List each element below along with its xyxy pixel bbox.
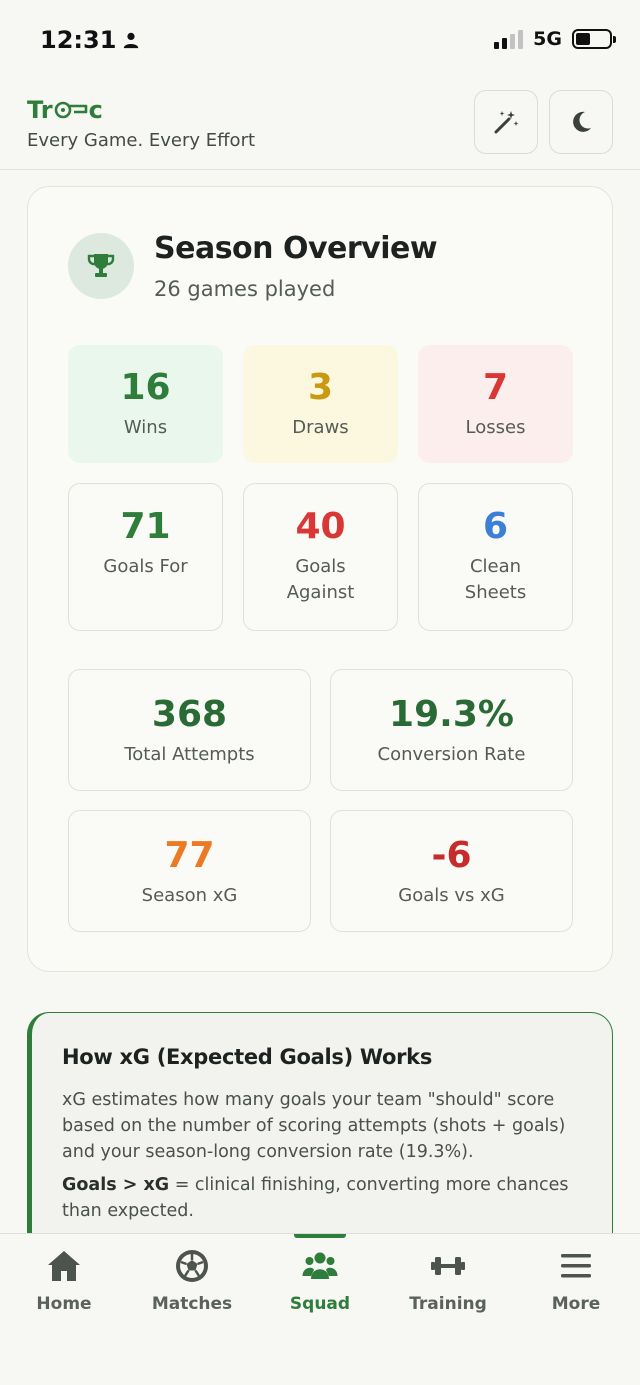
nav-squad-label: Squad	[289, 1294, 351, 1314]
xg-info-emphasis: Goals > xG	[62, 1175, 170, 1195]
tagline: Every Game. Every Effort	[27, 130, 256, 151]
goals-for-label: Goals For	[103, 556, 188, 577]
season-xg-value: 77	[164, 835, 215, 876]
trophy-icon	[87, 254, 115, 277]
trophy-badge	[68, 233, 134, 299]
card-title: Season Overview	[154, 231, 438, 266]
draws-tile: 3 Draws	[243, 345, 398, 463]
network-label: 5G	[533, 28, 562, 50]
nav-more-label: More	[551, 1294, 601, 1314]
losses-label: Losses	[465, 417, 526, 438]
conversion-rate-label: Conversion Rate	[377, 744, 526, 765]
soccer-ball-icon	[176, 1250, 208, 1282]
draws-label: Draws	[292, 417, 349, 438]
goals-against-tile: 40 Goals Against	[243, 483, 398, 631]
person-icon	[124, 32, 139, 49]
status-time: 12:31	[40, 26, 140, 54]
conversion-rate-value: 19.3%	[389, 694, 514, 735]
losses-tile: 7 Losses	[418, 345, 573, 463]
wins-label: Wins	[123, 417, 168, 438]
battery-icon	[572, 29, 616, 49]
conversion-rate-tile: 19.3% Conversion Rate	[330, 669, 573, 791]
status-bar: 12:31 5G	[0, 0, 640, 80]
goals-vs-xg-value: -6	[431, 835, 472, 876]
magic-wand-button[interactable]	[474, 90, 538, 154]
nav-squad[interactable]: Squad	[256, 1234, 384, 1334]
magic-wand-icon	[494, 111, 519, 134]
goals-vs-xg-tile: -6 Goals vs xG	[330, 810, 573, 932]
clean-sheets-tile: 6 Clean Sheets	[418, 483, 573, 631]
home-icon	[48, 1251, 80, 1281]
brand-suffix: c	[88, 96, 103, 124]
moon-icon	[573, 111, 591, 132]
season-xg-tile: 77 Season xG	[68, 810, 311, 932]
app-header: Tr c Every Game. Every Effort	[0, 80, 640, 170]
games-played: 26 games played	[154, 277, 336, 301]
nav-more[interactable]: More	[512, 1234, 640, 1334]
whistle-icon	[54, 101, 87, 119]
total-attempts-tile: 368 Total Attempts	[68, 669, 311, 791]
goals-against-label: Goals Against	[286, 556, 355, 603]
clean-sheets-label: Clean Sheets	[464, 556, 527, 603]
nav-home-label: Home	[36, 1294, 92, 1314]
draws-value: 3	[307, 367, 334, 408]
nav-training-label: Training	[409, 1294, 487, 1314]
wins-tile: 16 Wins	[68, 345, 223, 463]
clock-text: 12:31	[40, 26, 117, 54]
wins-value: 16	[120, 367, 171, 408]
total-attempts-value: 368	[151, 694, 228, 735]
nav-matches-label: Matches	[151, 1294, 233, 1314]
bottom-navigation: Home Matches Squad Training More	[0, 1233, 640, 1385]
goals-vs-xg-label: Goals vs xG	[398, 885, 505, 906]
nav-matches[interactable]: Matches	[128, 1234, 256, 1334]
season-xg-label: Season xG	[141, 885, 238, 906]
dark-mode-button[interactable]	[549, 90, 613, 154]
clean-sheets-value: 6	[482, 506, 509, 547]
menu-icon	[561, 1254, 591, 1278]
season-overview-card: Season Overview 26 games played 16 Wins …	[27, 186, 613, 972]
goals-for-value: 71	[120, 506, 171, 547]
brand-prefix: Tr	[27, 96, 53, 124]
xg-info-paragraph-2: Goals > xG = clinical finishing, convert…	[62, 1172, 592, 1224]
brand-logo[interactable]: Tr c	[27, 96, 103, 124]
nav-home[interactable]: Home	[0, 1234, 128, 1334]
xg-info-paragraph: xG estimates how many goals your team "s…	[62, 1090, 566, 1162]
losses-value: 7	[482, 367, 509, 408]
nav-training[interactable]: Training	[384, 1234, 512, 1334]
status-indicators: 5G	[494, 28, 616, 50]
total-attempts-label: Total Attempts	[124, 744, 255, 765]
xg-info-title: How xG (Expected Goals) Works	[62, 1045, 433, 1069]
users-icon	[302, 1252, 338, 1279]
goals-for-tile: 71 Goals For	[68, 483, 223, 631]
signal-icon	[494, 29, 524, 49]
goals-against-value: 40	[295, 506, 346, 547]
dumbbell-icon	[431, 1257, 465, 1275]
